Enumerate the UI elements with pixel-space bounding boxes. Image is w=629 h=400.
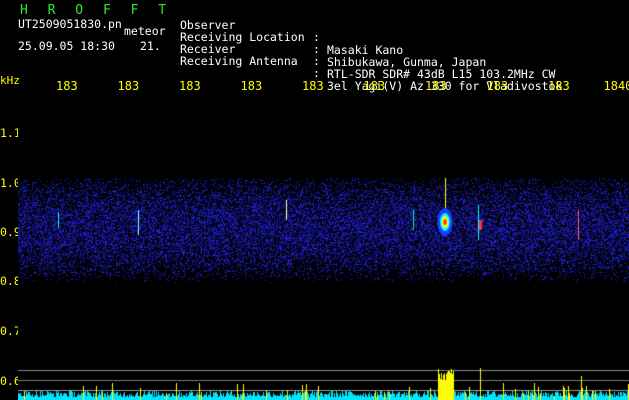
time-tick-label: 183 xyxy=(425,79,447,93)
count-label: 21. xyxy=(140,39,161,53)
filename-label: UT2509051830.pn xyxy=(18,17,122,31)
info-row-antenna: Receiving Antenna : 3el Yagi(V) Az 330 f… xyxy=(180,42,562,105)
time-tick-label: 183 xyxy=(179,79,201,93)
meteor-label: meteor xyxy=(124,24,166,38)
datetime-label: 25.09.05 18:30 xyxy=(18,39,115,53)
hrofft-window: H R O F F T UT2509051830.pn meteor 25.09… xyxy=(0,0,629,400)
time-tick-label: 183 xyxy=(240,79,263,93)
freq-unit-label: kHz xyxy=(0,74,20,87)
time-tick-label: 183 xyxy=(486,79,509,93)
app-title: H R O F F T xyxy=(20,3,173,18)
time-tick-label: 183 xyxy=(302,79,324,93)
info-colon: : xyxy=(313,66,320,80)
time-tick-label: 183 xyxy=(56,79,78,93)
time-tick-label: 1840 xyxy=(603,79,629,93)
time-tick-label: 183 xyxy=(117,79,140,93)
info-key: Receiving Antenna xyxy=(180,53,298,68)
time-tick-label: 183 xyxy=(363,79,386,93)
time-tick-label: 183 xyxy=(548,79,570,93)
spectrogram-canvas xyxy=(18,100,629,400)
